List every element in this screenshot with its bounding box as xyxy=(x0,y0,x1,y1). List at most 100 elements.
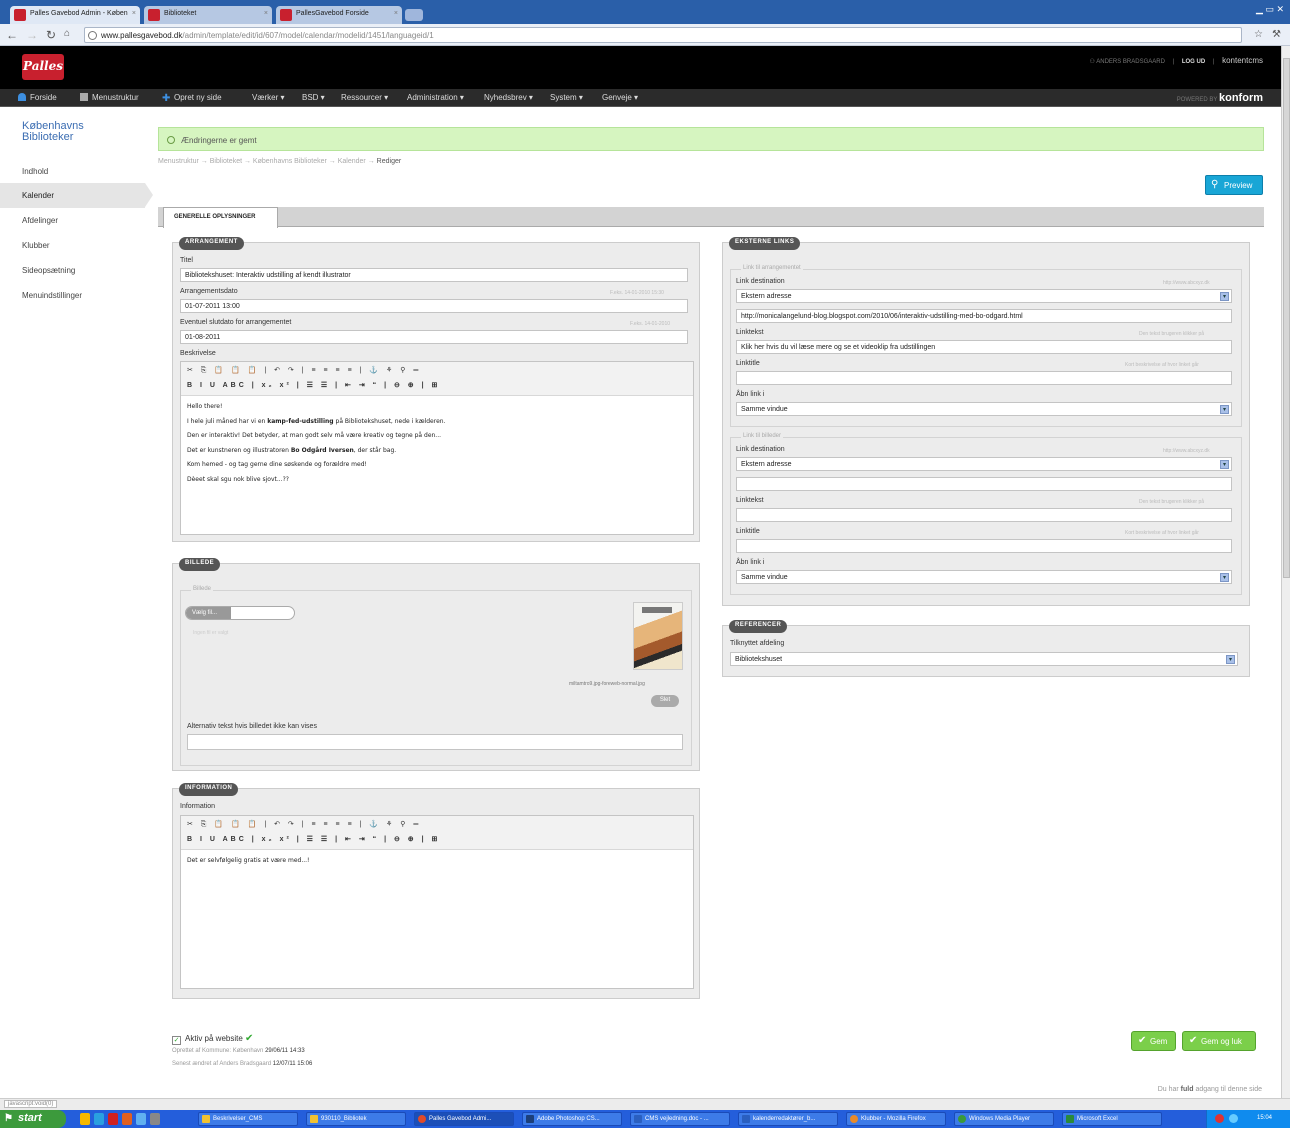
url-input[interactable]: www.pallesgavebod.dk/admin/template/edit… xyxy=(84,27,1242,43)
wrench-icon[interactable]: ⚒ xyxy=(1272,29,1281,40)
quicklaunch-icon[interactable] xyxy=(136,1113,146,1125)
forward-icon[interactable]: → xyxy=(26,28,38,42)
palles-favicon-icon xyxy=(148,9,160,21)
linktitle-2-input[interactable] xyxy=(736,539,1232,553)
quicklaunch-icon[interactable] xyxy=(94,1113,104,1125)
sidebar-item-afdelinger[interactable]: Afdelinger xyxy=(0,208,145,233)
menu-vaerker[interactable]: Værker ▾ xyxy=(252,93,284,102)
close-tab-icon[interactable]: × xyxy=(264,10,268,17)
quicklaunch-icon[interactable] xyxy=(108,1113,118,1125)
chevron-down-icon[interactable]: ▾ xyxy=(1226,655,1235,664)
linktekst-input[interactable]: Klik her hvis du vil læse mere og se et … xyxy=(736,340,1232,354)
sidebar-item-sideopsaetning[interactable]: Sideopsætning xyxy=(0,258,145,283)
linktitle-input[interactable] xyxy=(736,371,1232,385)
browser-tab-biblioteket[interactable]: Biblioteket × xyxy=(144,6,272,24)
sidebar-item-kalender[interactable]: Kalender xyxy=(0,183,153,208)
preview-button[interactable]: ⚲ Preview xyxy=(1205,175,1263,195)
linktekst-2-input[interactable] xyxy=(736,508,1232,522)
gem-button[interactable]: ✔ Gem xyxy=(1131,1031,1176,1051)
menu-genveje[interactable]: Genveje ▾ xyxy=(602,93,638,102)
palles-logo[interactable]: Palles xyxy=(22,54,64,80)
delete-image-button[interactable]: Slet xyxy=(651,695,679,707)
browser-tab-admin[interactable]: Palles Gavebod Admin - Køben × xyxy=(10,6,140,24)
chevron-down-icon[interactable]: ▾ xyxy=(1220,292,1229,301)
chevron-down-icon[interactable]: ▾ xyxy=(1220,573,1229,582)
close-tab-icon[interactable]: × xyxy=(132,10,136,17)
tab-generelle-oplysninger[interactable]: GENERELLE OPLYSNINGER xyxy=(163,207,278,228)
page-scrollbar[interactable] xyxy=(1281,46,1290,1101)
scrollbar-thumb[interactable] xyxy=(1283,58,1290,578)
alt-text-input[interactable] xyxy=(187,734,683,750)
task-cms-vejledning[interactable]: CMS vejledning.doc - ... xyxy=(630,1112,730,1126)
quicklaunch-icon[interactable] xyxy=(150,1113,160,1125)
abn-link-select[interactable]: Samme vindue ▾ xyxy=(736,402,1232,416)
titel-input[interactable]: Bibliotekshuset: Interaktiv udstilling a… xyxy=(180,268,688,282)
information-text[interactable]: Det er selvfølgelig gratis at være med..… xyxy=(187,854,309,869)
browser-statusbar: javascript:void(0) xyxy=(0,1098,1290,1110)
task-firefox[interactable]: Klubber - Mozilla Firefox xyxy=(846,1112,946,1126)
sidebar-item-menuindstillinger[interactable]: Menuindstillinger xyxy=(0,283,145,308)
event-thumbnail-image[interactable] xyxy=(633,602,683,670)
link-url-input[interactable]: http://monicalangelund-blog.blogspot.com… xyxy=(736,309,1232,323)
sidebar-item-klubber[interactable]: Klubber xyxy=(0,233,145,258)
task-beskrivelser[interactable]: Beskrivelser_CMS xyxy=(198,1112,298,1126)
linktekst-hint: Den tekst brugeren klikker på xyxy=(1139,331,1205,337)
menu-administration[interactable]: Administration ▾ xyxy=(407,93,464,102)
task-photoshop[interactable]: Adobe Photoshop CS... xyxy=(522,1112,622,1126)
slutdato-hint: F.eks. 14-01-2010 xyxy=(630,321,671,327)
task-bibliotek[interactable]: 930110_Bibliotek xyxy=(306,1112,406,1126)
task-excel[interactable]: Microsoft Excel xyxy=(1062,1112,1162,1126)
arrangementsdato-hint: F.eks. 14-01-2010 15:30 xyxy=(610,290,664,296)
home-icon[interactable]: ⌂ xyxy=(64,28,70,39)
logout-link[interactable]: LOG UD xyxy=(1182,59,1205,65)
star-icon[interactable]: ☆ xyxy=(1254,29,1263,40)
back-icon[interactable]: ← xyxy=(6,28,18,42)
editor-toolbar-row2[interactable]: B I U ABC | x₂ x² | ☰ ☰ | ⇤ ⇥ “ | ⊖ ⊕ | … xyxy=(187,381,440,393)
site-name[interactable]: Københavns Biblioteker xyxy=(22,121,132,143)
tray-icon[interactable] xyxy=(1229,1114,1238,1123)
link-destination-2-select[interactable]: Ekstern adresse ▾ xyxy=(736,457,1232,471)
menu-forside[interactable]: Forside xyxy=(18,93,57,102)
menu-opret-ny-side[interactable]: ✚ Opret ny side xyxy=(162,93,222,104)
new-tab-button[interactable] xyxy=(405,9,423,21)
tilknyttet-afdeling-select[interactable]: Bibliotekshuset ▾ xyxy=(730,652,1238,666)
choose-file-button[interactable]: Vælg fil... xyxy=(185,606,295,620)
user-name: ANDERS BRADSGAARD xyxy=(1096,59,1165,65)
aktiv-checkbox[interactable]: ✓ xyxy=(172,1036,181,1045)
linktitle-2-hint: Kort beskrivelse af hvor linket går xyxy=(1125,530,1199,536)
editor-toolbar-row1[interactable]: ✂ ⎘ 📋 📋 📋 | ↶ ↷ | ≡ ≡ ≡ ≡ | ⚓ ⚘ ⚲ ═ xyxy=(187,820,421,832)
link-url-2-input[interactable] xyxy=(736,477,1232,491)
close-tab-icon[interactable]: × xyxy=(394,10,398,17)
gem-og-luk-button[interactable]: ✔ Gem og luk xyxy=(1182,1031,1256,1051)
abn-link-2-select[interactable]: Samme vindue ▾ xyxy=(736,570,1232,584)
arrangementsdato-input[interactable]: 01-07-2011 13:00 xyxy=(180,299,688,313)
link-billeder-legend: Link til billeder xyxy=(741,433,784,439)
start-button[interactable]: ⚑ start xyxy=(0,1110,66,1128)
chevron-down-icon[interactable]: ▾ xyxy=(1220,460,1229,469)
aktiv-checkbox-row[interactable]: ✓ Aktiv på website ✔ xyxy=(172,1033,253,1045)
quicklaunch-icon[interactable] xyxy=(122,1113,132,1125)
menu-system[interactable]: System ▾ xyxy=(550,93,583,102)
menu-bsd[interactable]: BSD ▾ xyxy=(302,93,325,102)
beskrivelse-editor[interactable]: ✂ ⎘ 📋 📋 📋 | ↶ ↷ | ≡ ≡ ≡ ≡ | ⚓ ⚘ ⚲ ═ B I … xyxy=(180,361,694,535)
editor-toolbar-row2[interactable]: B I U ABC | x₂ x² | ☰ ☰ | ⇤ ⇥ “ | ⊖ ⊕ | … xyxy=(187,835,440,847)
link-destination-select[interactable]: Ekstern adresse ▾ xyxy=(736,289,1232,303)
information-editor[interactable]: ✂ ⎘ 📋 📋 📋 | ↶ ↷ | ≡ ≡ ≡ ≡ | ⚓ ⚘ ⚲ ═ B I … xyxy=(180,815,694,989)
task-media-player[interactable]: Windows Media Player xyxy=(954,1112,1054,1126)
chevron-down-icon[interactable]: ▾ xyxy=(1220,405,1229,414)
quicklaunch-icon[interactable] xyxy=(80,1113,90,1125)
reload-icon[interactable]: ↻ xyxy=(46,28,56,42)
beskrivelse-text[interactable]: Hello there! I hele juli måned har vi en… xyxy=(187,400,446,487)
menu-ressourcer[interactable]: Ressourcer ▾ xyxy=(341,93,388,102)
slutdato-input[interactable]: 01-08-2011 xyxy=(180,330,688,344)
menu-nyhedsbrev[interactable]: Nyhedsbrev ▾ xyxy=(484,93,533,102)
browser-tab-forside[interactable]: PallesGavebod Forside × xyxy=(276,6,402,24)
tray-icon[interactable] xyxy=(1215,1114,1224,1123)
menu-menustruktur[interactable]: Menustruktur xyxy=(80,93,139,102)
task-palles-admin[interactable]: Palles Gavebod Admi... xyxy=(414,1112,514,1126)
sidebar-item-indhold[interactable]: Indhold xyxy=(0,159,145,184)
task-kalenderredaktorer[interactable]: kalenderredaktører_b... xyxy=(738,1112,838,1126)
breadcrumb-trail[interactable]: Menustruktur → Biblioteket → Københavns … xyxy=(158,158,375,165)
editor-toolbar-row1[interactable]: ✂ ⎘ 📋 📋 📋 | ↶ ↷ | ≡ ≡ ≡ ≡ | ⚓ ⚘ ⚲ ═ xyxy=(187,366,421,378)
window-controls[interactable]: ▁ ▭ ✕ xyxy=(1228,4,1284,18)
